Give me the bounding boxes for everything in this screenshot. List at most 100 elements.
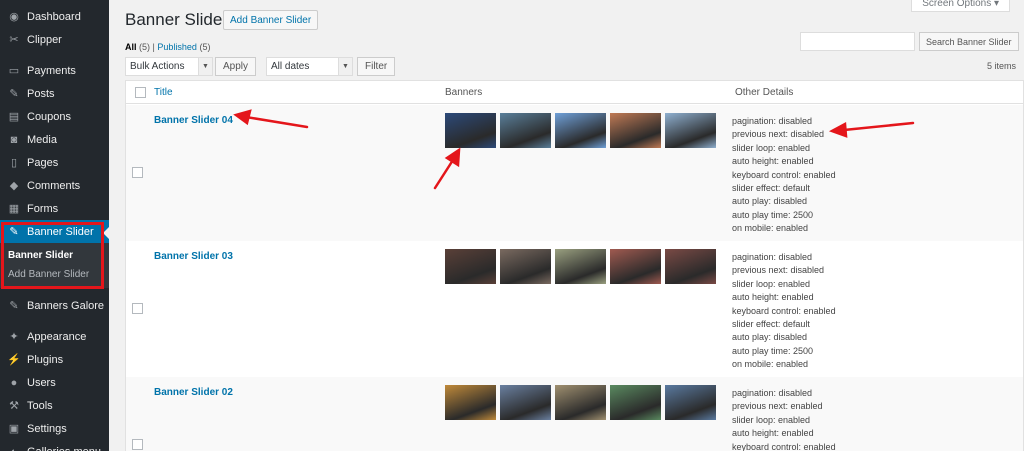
dates-select[interactable]: All dates ▼ bbox=[266, 57, 353, 76]
bulk-actions-select[interactable]: Bulk Actions ▼ bbox=[125, 57, 213, 76]
sidebar-item-pages[interactable]: ▯ Pages bbox=[0, 151, 109, 174]
sidebar-item-payments[interactable]: ▭ Payments bbox=[0, 59, 109, 82]
other-details: pagination: disabled previous next: disab… bbox=[732, 251, 836, 372]
banner-thumbnail-image[interactable] bbox=[665, 113, 716, 148]
status-filter-links: All (5) | Published (5) bbox=[125, 42, 210, 52]
sidebar-item-appearance[interactable]: ✦ Appearance bbox=[0, 325, 109, 348]
add-banner-slider-button[interactable]: Add Banner Slider bbox=[223, 10, 319, 30]
detail-line: auto height: enabled bbox=[732, 292, 814, 303]
sidebar-item-comments[interactable]: ◆ Comments bbox=[0, 174, 109, 197]
other-details: pagination: disabled previous next: disab… bbox=[732, 115, 836, 236]
sidebar-submenu: Banner Slider Add Banner Slider bbox=[0, 243, 109, 288]
select-all-checkbox[interactable] bbox=[135, 87, 146, 98]
sidebar-item-label: Plugins bbox=[27, 353, 64, 366]
detail-line: slider loop: enabled bbox=[732, 414, 811, 425]
table-row: Banner Slider 04 pagination: disabled prev… bbox=[126, 105, 1023, 241]
banner-thumbnail-image[interactable] bbox=[555, 113, 606, 148]
submenu-item-banner-slider[interactable]: Banner Slider bbox=[0, 246, 109, 265]
sidebar-item-media[interactable]: ◙ Media bbox=[0, 128, 109, 151]
sidebar-item-settings[interactable]: ▣ Settings bbox=[0, 417, 109, 440]
filter-button[interactable]: Filter bbox=[357, 57, 396, 76]
search-input[interactable] bbox=[800, 32, 915, 51]
settings-icon: ▣ bbox=[8, 423, 20, 435]
other-details: pagination: disabled previous next: enabl… bbox=[732, 387, 836, 451]
detail-line: slider effect: default bbox=[732, 319, 810, 330]
detail-line: slider effect: default bbox=[732, 183, 810, 194]
sidebar-item-label: Coupons bbox=[27, 110, 72, 123]
sidebar-menu-bottom: ✎ Banners Galore ✦ Appearance ⚡ Plugins ● Users… bbox=[0, 288, 109, 451]
sidebar-item-posts[interactable]: ✎ Posts bbox=[0, 82, 109, 105]
column-title[interactable]: Title bbox=[154, 87, 173, 98]
sidebar-item-banners-galore[interactable]: ✎ Banners Galore bbox=[0, 294, 109, 317]
banner-thumbnails bbox=[445, 385, 720, 420]
banner-thumbnail-image[interactable] bbox=[445, 385, 496, 420]
sidebar-item-coupons[interactable]: ▤ Coupons bbox=[0, 105, 109, 128]
banner-thumbnail-image[interactable] bbox=[445, 113, 496, 148]
detail-line: keyboard control: enabled bbox=[732, 441, 836, 451]
filter-published-count: (5) bbox=[199, 42, 211, 52]
filter-published[interactable]: Published bbox=[157, 42, 197, 52]
detail-line: auto play time: 2500 bbox=[732, 345, 814, 356]
comments-icon: ◆ bbox=[9, 180, 19, 192]
banner-thumbnail-image[interactable] bbox=[500, 113, 551, 148]
search-button[interactable]: Search Banner Slider bbox=[919, 32, 1019, 51]
banner-thumbnails bbox=[445, 249, 720, 284]
banner-thumbnail-image[interactable] bbox=[500, 249, 551, 284]
sidebar-item-banner-slider[interactable]: ✎ Banner Slider bbox=[0, 220, 109, 243]
detail-line: on mobile: enabled bbox=[732, 359, 809, 370]
detail-line: auto play: disabled bbox=[732, 196, 808, 207]
row-checkbox[interactable] bbox=[132, 303, 143, 314]
row-title-link[interactable]: Banner Slider 02 bbox=[154, 387, 233, 398]
dates-value: All dates bbox=[271, 61, 310, 72]
sidebar-item-label: Posts bbox=[27, 87, 55, 100]
pages-icon: ▯ bbox=[10, 157, 18, 169]
banner-thumbnail-image[interactable] bbox=[445, 249, 496, 284]
column-banners: Banners bbox=[445, 87, 483, 98]
banner-thumbnail-image[interactable] bbox=[610, 113, 661, 148]
apply-button[interactable]: Apply bbox=[215, 57, 257, 76]
items-count: 5 items bbox=[986, 61, 1016, 71]
sidebar-item-users[interactable]: ● Users bbox=[0, 371, 109, 394]
detail-line: keyboard control: enabled bbox=[732, 169, 836, 180]
sidebar-item-forms[interactable]: ▦ Forms bbox=[0, 197, 109, 220]
row-title-link[interactable]: Banner Slider 03 bbox=[154, 251, 233, 262]
sidebar-item-clipper[interactable]: ✂ Clipper bbox=[0, 28, 109, 51]
forms-icon: ▦ bbox=[8, 203, 20, 215]
banner-thumbnail-image[interactable] bbox=[610, 385, 661, 420]
sidebar-item-dashboard[interactable]: ◉ Dashboard bbox=[0, 5, 109, 28]
chevron-down-icon: ▼ bbox=[198, 58, 212, 75]
sidebar-item-label: Banner Slider bbox=[27, 225, 94, 238]
banner-thumbnail-image[interactable] bbox=[665, 385, 716, 420]
banner-thumbnail-image[interactable] bbox=[665, 249, 716, 284]
pin-icon: ✎ bbox=[9, 88, 19, 100]
banner-thumbnail-image[interactable] bbox=[500, 385, 551, 420]
sidebar-item-galleries-menu[interactable]: ◐ Galleries menu bbox=[0, 440, 109, 451]
banner-thumbnail-image[interactable] bbox=[610, 249, 661, 284]
sidebar-item-label: Settings bbox=[27, 422, 67, 435]
row-checkbox[interactable] bbox=[132, 439, 143, 450]
sidebar-item-label: Galleries menu bbox=[27, 446, 101, 451]
sidebar-item-plugins[interactable]: ⚡ Plugins bbox=[0, 348, 109, 371]
banner-thumbnail-image[interactable] bbox=[555, 385, 606, 420]
banner-thumbnail-image[interactable] bbox=[555, 249, 606, 284]
row-checkbox[interactable] bbox=[132, 167, 143, 178]
table-row: Banner Slider 02 pagination: disabled prev… bbox=[126, 377, 1023, 451]
payments-icon: ▭ bbox=[8, 65, 20, 77]
sidebar-item-label: Forms bbox=[27, 202, 59, 215]
dashboard-icon: ◉ bbox=[9, 11, 19, 23]
clipper-icon: ✂ bbox=[9, 34, 19, 46]
sidebar-item-label: Comments bbox=[27, 179, 81, 192]
detail-line: previous next: disabled bbox=[732, 265, 825, 276]
filter-all[interactable]: All bbox=[125, 42, 137, 52]
detail-line: slider loop: enabled bbox=[732, 142, 811, 153]
sidebar-item-tools[interactable]: ⚒ Tools bbox=[0, 394, 109, 417]
pin-icon: ✎ bbox=[9, 226, 19, 238]
admin-sidebar: ◉ Dashboard ✂ Clipper ▭ Payments ✎ Posts ▤ Coupon… bbox=[0, 0, 109, 451]
menu-separator bbox=[0, 51, 109, 59]
pin-icon: ✎ bbox=[9, 300, 19, 312]
submenu-item-add-banner-slider[interactable]: Add Banner Slider bbox=[0, 265, 109, 284]
sidebar-item-label: Payments bbox=[27, 64, 76, 77]
row-title-link[interactable]: Banner Slider 04 bbox=[154, 115, 233, 126]
coupons-icon: ▤ bbox=[8, 111, 20, 123]
screen-options-button[interactable]: Screen Options ▾ bbox=[911, 0, 1010, 12]
